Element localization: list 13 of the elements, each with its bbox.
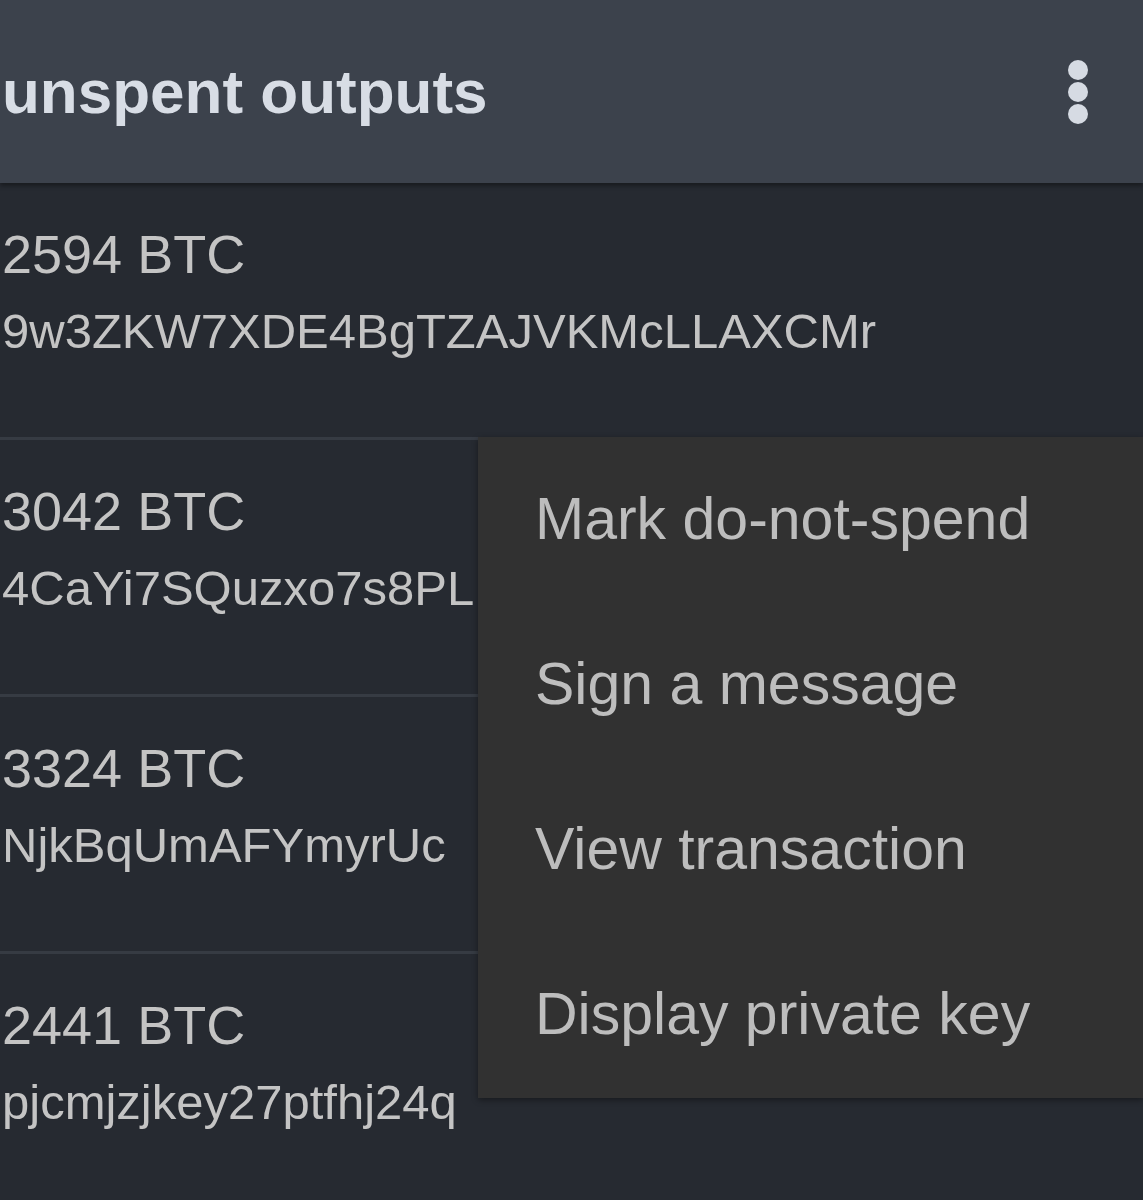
address-text: 9w3ZKW7XDE4BgTZAJVKMcLLAXCMr <box>1 303 877 360</box>
amount-text: 3324 BTC <box>1 737 246 800</box>
address-text: NjkBqUmAFYmyrUc <box>1 817 446 874</box>
amount-text: 3042 BTC <box>1 480 246 543</box>
menu-item[interactable]: Display private key <box>478 932 1143 1097</box>
menu-item[interactable]: View transaction <box>478 767 1143 932</box>
address-text: 4CaYi7SQuzxo7s8PL <box>1 560 475 617</box>
address-text: pjcmjzjkey27ptfhj24q <box>1 1074 457 1131</box>
amount-text: 2441 BTC <box>1 994 246 1057</box>
more-options-icon[interactable] <box>1067 58 1089 125</box>
amount-text: 2594 BTC <box>1 223 246 286</box>
menu-item[interactable]: Mark do-not-spend <box>478 437 1143 602</box>
menu-item[interactable]: Sign a message <box>478 602 1143 767</box>
